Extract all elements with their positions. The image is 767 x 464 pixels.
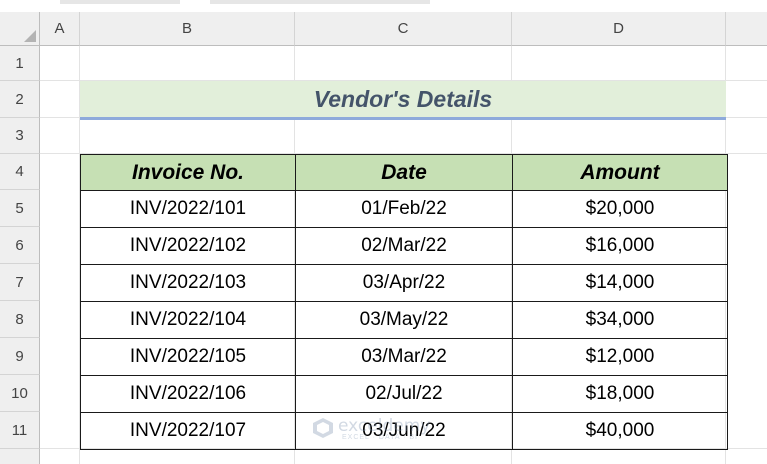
column-header-blank bbox=[726, 12, 767, 46]
table-header-row: Invoice No. Date Amount bbox=[80, 154, 728, 191]
cell-amount[interactable]: $14,000 bbox=[512, 264, 728, 302]
row-header-5[interactable]: 5 bbox=[0, 190, 40, 227]
cell-invoice[interactable]: INV/2022/103 bbox=[80, 264, 296, 302]
cell-invoice[interactable]: INV/2022/102 bbox=[80, 227, 296, 265]
table-row: INV/2022/107 03/Jun/22 $40,000 bbox=[80, 412, 728, 450]
select-all-button[interactable] bbox=[0, 12, 40, 46]
select-all-icon bbox=[24, 30, 36, 42]
ribbon-edge bbox=[0, 0, 767, 12]
table-row: INV/2022/105 03/Mar/22 $12,000 bbox=[80, 338, 728, 376]
row-header-2[interactable]: 2 bbox=[0, 81, 40, 118]
cell-invoice[interactable]: INV/2022/107 bbox=[80, 412, 296, 450]
column-header-c[interactable]: C bbox=[295, 12, 512, 46]
row-header-9[interactable]: 9 bbox=[0, 338, 40, 375]
cell-invoice[interactable]: INV/2022/101 bbox=[80, 190, 296, 228]
table-row: INV/2022/106 02/Jul/22 $18,000 bbox=[80, 375, 728, 413]
cell-date[interactable]: 03/May/22 bbox=[295, 301, 513, 339]
row-header-11[interactable]: 11 bbox=[0, 412, 40, 449]
cell-date[interactable]: 03/Jun/22 bbox=[295, 412, 513, 450]
table-row: INV/2022/102 02/Mar/22 $16,000 bbox=[80, 227, 728, 265]
cell-amount[interactable]: $16,000 bbox=[512, 227, 728, 265]
row-header-1[interactable]: 1 bbox=[0, 46, 40, 81]
cell-date[interactable]: 02/Mar/22 bbox=[295, 227, 513, 265]
cell-invoice[interactable]: INV/2022/106 bbox=[80, 375, 296, 413]
column-header-a[interactable]: A bbox=[40, 12, 80, 46]
tab-edge bbox=[210, 0, 430, 4]
sheet-title[interactable]: Vendor's Details bbox=[80, 81, 726, 117]
cell-date[interactable]: 01/Feb/22 bbox=[295, 190, 513, 228]
column-header-b[interactable]: B bbox=[80, 12, 295, 46]
header-invoice-no[interactable]: Invoice No. bbox=[80, 154, 296, 191]
row-header-8[interactable]: 8 bbox=[0, 301, 40, 338]
header-amount[interactable]: Amount bbox=[512, 154, 728, 191]
cell-amount[interactable]: $40,000 bbox=[512, 412, 728, 450]
row-header-4[interactable]: 4 bbox=[0, 154, 40, 190]
cell-amount[interactable]: $20,000 bbox=[512, 190, 728, 228]
cell-amount[interactable]: $34,000 bbox=[512, 301, 728, 339]
row-header-6[interactable]: 6 bbox=[0, 227, 40, 264]
column-header-d[interactable]: D bbox=[512, 12, 726, 46]
cell-date[interactable]: 03/Apr/22 bbox=[295, 264, 513, 302]
cell-date[interactable]: 02/Jul/22 bbox=[295, 375, 513, 413]
cell-invoice[interactable]: INV/2022/104 bbox=[80, 301, 296, 339]
row-header-10[interactable]: 10 bbox=[0, 375, 40, 412]
vendor-table: Invoice No. Date Amount INV/2022/101 01/… bbox=[80, 154, 728, 450]
tab-edge bbox=[60, 0, 180, 4]
table-row: INV/2022/104 03/May/22 $34,000 bbox=[80, 301, 728, 339]
cell-invoice[interactable]: INV/2022/105 bbox=[80, 338, 296, 376]
table-row: INV/2022/101 01/Feb/22 $20,000 bbox=[80, 190, 728, 228]
row-header-7[interactable]: 7 bbox=[0, 264, 40, 301]
cell-amount[interactable]: $18,000 bbox=[512, 375, 728, 413]
cell-amount[interactable]: $12,000 bbox=[512, 338, 728, 376]
table-row: INV/2022/103 03/Apr/22 $14,000 bbox=[80, 264, 728, 302]
cell-date[interactable]: 03/Mar/22 bbox=[295, 338, 513, 376]
header-date[interactable]: Date bbox=[295, 154, 513, 191]
row-header-12[interactable] bbox=[0, 449, 40, 464]
title-underline bbox=[80, 117, 726, 120]
row-header-3[interactable]: 3 bbox=[0, 118, 40, 154]
